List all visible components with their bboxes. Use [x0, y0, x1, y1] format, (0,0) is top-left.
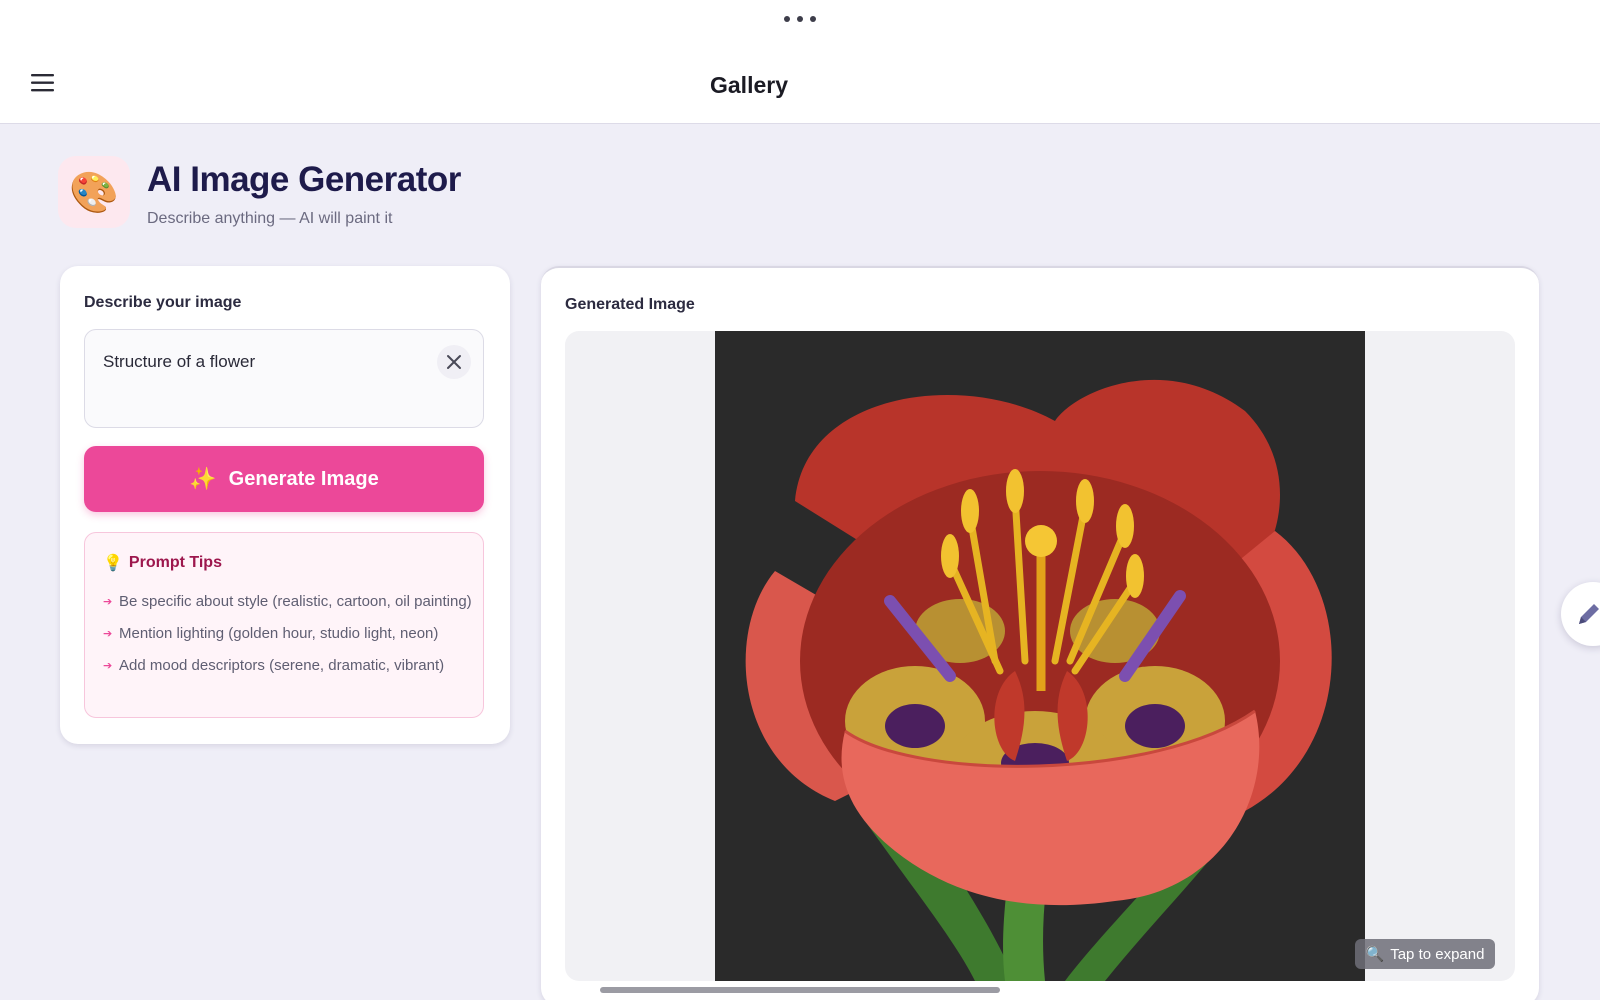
magnifier-icon: 🔍 — [1365, 946, 1385, 963]
result-label: Generated Image — [565, 296, 695, 313]
prompt-input[interactable] — [103, 352, 433, 372]
top-bar: Gallery — [0, 0, 1600, 124]
close-icon — [447, 355, 461, 369]
tap-to-expand-label: Tap to expand — [1390, 945, 1485, 963]
page-title: Gallery — [710, 72, 788, 98]
tip-text: Add mood descriptors (serene, dramatic, … — [119, 657, 445, 674]
prompt-tips-box: 💡 Prompt Tips ➔ Be specific about style … — [84, 532, 484, 718]
result-card: Generated Image 🔍 Tap to expand — [541, 266, 1539, 1000]
prompt-card: Describe your image ✨ Generate Image 💡 P… — [60, 266, 510, 744]
horizontal-scrollbar[interactable] — [600, 987, 1000, 993]
prompt-input-box[interactable] — [84, 329, 484, 428]
flower-illustration — [745, 379, 1332, 981]
palette-icon: 🎨 — [58, 156, 130, 228]
sparkles-icon: ✨ — [189, 466, 217, 491]
arrow-right-icon: ➔ — [103, 628, 113, 640]
tip-text: Mention lighting (golden hour, studio li… — [119, 625, 439, 642]
list-item: ➔ Mention lighting (golden hour, studio … — [103, 623, 473, 645]
arrow-right-icon: ➔ — [103, 660, 113, 672]
prompt-label: Describe your image — [84, 294, 242, 311]
app-subtitle: Describe anything — AI will paint it — [147, 210, 393, 227]
more-dots-icon[interactable] — [780, 12, 820, 26]
app-title: AI Image Generator — [147, 160, 461, 199]
tip-text: Be specific about style (realistic, cart… — [119, 593, 472, 610]
prompt-tips-title: 💡 Prompt Tips — [103, 553, 222, 573]
tap-to-expand-button[interactable]: 🔍 Tap to expand — [1355, 939, 1495, 969]
prompt-tips-list: ➔ Be specific about style (realistic, ca… — [103, 591, 473, 687]
pencil-icon — [1579, 604, 1599, 624]
edit-fab-button[interactable] — [1561, 582, 1600, 646]
arrow-right-icon: ➔ — [103, 596, 113, 608]
list-item: ➔ Be specific about style (realistic, ca… — [103, 591, 473, 613]
generate-image-button[interactable]: ✨ Generate Image — [84, 446, 484, 512]
clear-button[interactable] — [437, 345, 471, 379]
generated-image[interactable] — [715, 331, 1365, 981]
list-item: ➔ Add mood descriptors (serene, dramatic… — [103, 655, 473, 677]
image-frame: 🔍 Tap to expand — [565, 331, 1515, 981]
generate-button-label: Generate Image — [228, 467, 379, 490]
lightbulb-icon: 💡 — [103, 555, 123, 572]
prompt-tips-heading: Prompt Tips — [128, 554, 222, 571]
